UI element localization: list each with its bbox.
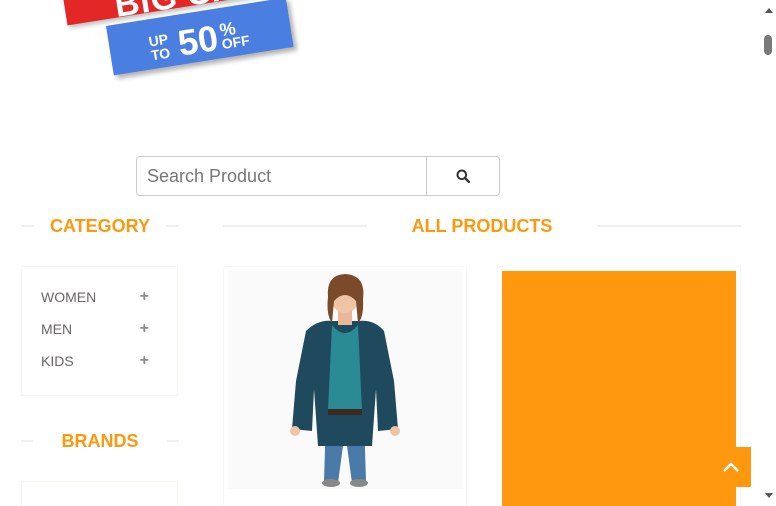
search-icon (456, 169, 470, 183)
category-label: MEN (41, 321, 73, 337)
search-button[interactable] (426, 156, 500, 196)
product-card[interactable] (223, 266, 467, 506)
chevron-up-icon (723, 462, 739, 472)
divider (223, 225, 367, 227)
banner-percent: 50 (174, 17, 221, 64)
category-title: CATEGORY (49, 215, 150, 236)
page: BIG SALE UP TO 50 % OFF CATEGORY ALL PRO… (0, 0, 776, 506)
scroll-up-arrow-icon[interactable] (765, 8, 773, 13)
brands-title: BRANDS (61, 430, 139, 451)
banner-off: OFF (220, 31, 251, 53)
product-image[interactable] (228, 271, 462, 489)
product-image-placeholder[interactable] (502, 271, 736, 506)
divider (166, 225, 179, 227)
banner-up-to: UP TO (147, 30, 172, 64)
search-input[interactable] (136, 156, 426, 196)
divider (21, 440, 34, 442)
category-item-men[interactable]: MEN + (22, 313, 177, 345)
sale-banner[interactable]: BIG SALE UP TO 50 % OFF (56, 0, 346, 95)
category-label: KIDS (41, 353, 74, 369)
brands-header: BRANDS (21, 429, 179, 453)
category-label: WOMEN (41, 289, 97, 305)
scroll-down-arrow-icon[interactable] (765, 493, 773, 498)
scroll-to-top-button[interactable] (711, 447, 751, 487)
page-scrollbar[interactable] (761, 0, 776, 506)
brand-item[interactable] (22, 482, 177, 502)
divider (21, 225, 34, 227)
all-products-title: ALL PRODUCTS (411, 215, 553, 236)
plus-icon[interactable]: + (140, 352, 149, 370)
divider (166, 440, 179, 442)
woman-in-cardigan-photo (228, 271, 462, 489)
brands-panel (21, 481, 178, 506)
category-item-women[interactable]: WOMEN + (22, 281, 177, 313)
search-bar (136, 156, 500, 196)
category-header: CATEGORY (21, 214, 179, 238)
category-panel: WOMEN + MEN + KIDS + (21, 266, 178, 396)
product-card[interactable] (497, 266, 741, 506)
all-products-header: ALL PRODUCTS (223, 214, 741, 238)
plus-icon[interactable]: + (140, 320, 149, 338)
category-item-kids[interactable]: KIDS + (22, 345, 177, 377)
divider (597, 225, 741, 227)
plus-icon[interactable]: + (140, 288, 149, 306)
scrollbar-thumb[interactable] (764, 35, 772, 55)
